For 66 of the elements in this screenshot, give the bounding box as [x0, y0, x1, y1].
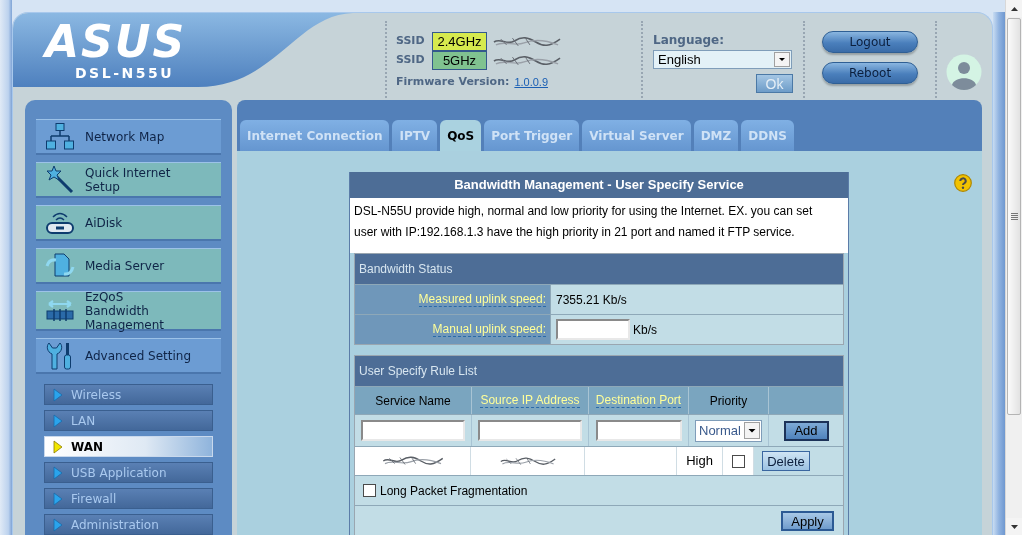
- section-title: User Specify Rule List: [355, 356, 843, 386]
- sidebar-subitem[interactable]: WAN: [44, 436, 213, 457]
- column-header[interactable]: Source IP Address: [480, 393, 580, 408]
- language-select[interactable]: English: [653, 50, 792, 69]
- priority-select[interactable]: Normal: [695, 419, 762, 442]
- ssid-label: SSID: [396, 52, 426, 69]
- grip-icon: [1010, 213, 1018, 220]
- column-header: Service Name: [375, 393, 451, 408]
- hierarchy-icon: [45, 121, 75, 152]
- firmware-version-link[interactable]: 1.0.0.9: [514, 74, 548, 91]
- down-arrow-icon: [1010, 524, 1018, 529]
- sidebar-subitem[interactable]: LAN: [44, 410, 213, 431]
- firmware-label: Firmware Version:: [396, 74, 510, 90]
- scribble-icon: [499, 454, 556, 468]
- description-text: DSL-N55U provide high, normal and low priority for using the Internet. EX. you can set user with IP:192.168.1.3 have the high priority in 21 port and named it FTP service.: [350, 198, 848, 253]
- ssid-label: SSID: [396, 33, 426, 50]
- sidebar-item[interactable]: Quick Internet Setup: [36, 162, 221, 196]
- logout-button[interactable]: Logout: [822, 31, 918, 53]
- tab[interactable]: QoS: [440, 120, 482, 151]
- scroll-down-button[interactable]: [1006, 518, 1022, 535]
- triangle-icon: [53, 465, 63, 480]
- sidebar-item[interactable]: Advanced Setting: [36, 338, 221, 372]
- sidebar-subitem[interactable]: USB Application: [44, 462, 213, 483]
- help-icon[interactable]: [954, 174, 972, 192]
- column-header[interactable]: Destination Port: [595, 393, 682, 408]
- checkbox-label: Long Packet Fragmentation: [380, 482, 528, 500]
- panel-title: Bandwidth Management - User Specify Service: [350, 172, 848, 198]
- triangle-icon: [53, 491, 63, 506]
- checkbox[interactable]: [731, 454, 745, 468]
- avatar-icon[interactable]: [946, 54, 982, 90]
- section-title: Bandwidth Status: [355, 254, 843, 284]
- text-field[interactable]: [361, 420, 465, 441]
- sidebar-subitem[interactable]: Administration: [44, 514, 213, 535]
- reboot-button[interactable]: Reboot: [822, 62, 918, 84]
- field-label: Measured uplink speed:: [418, 292, 546, 307]
- delete-button[interactable]: Delete: [762, 451, 810, 471]
- sidebar-item[interactable]: Network Map: [36, 119, 221, 153]
- band-badge: 2.4GHz: [432, 32, 487, 51]
- sidebar-subitem[interactable]: Wireless: [44, 384, 213, 405]
- sidebar-subitem[interactable]: Firewall: [44, 488, 213, 509]
- text-field[interactable]: [556, 319, 630, 340]
- triangle-icon: [53, 387, 63, 402]
- column-header: Priority: [709, 393, 748, 408]
- sidebar-item[interactable]: AiDisk: [36, 205, 221, 239]
- triangle-icon: [53, 439, 63, 454]
- scroll-up-button[interactable]: [1006, 0, 1022, 17]
- triangle-icon: [53, 413, 63, 428]
- up-arrow-icon: [1010, 6, 1018, 11]
- speed-value: 7355.21 Kb/s: [556, 291, 627, 309]
- caret-icon: [774, 52, 790, 67]
- triangle-icon: [53, 517, 63, 532]
- field-label: Manual uplink speed:: [432, 322, 546, 337]
- text-field[interactable]: [595, 420, 682, 441]
- band-badge: 5GHz: [432, 51, 487, 70]
- language-label: Language:: [653, 33, 725, 47]
- caret-icon: [744, 422, 760, 439]
- model-name: DSL-N55U: [75, 65, 174, 81]
- wand-icon: [45, 164, 75, 195]
- add-button[interactable]: Add: [783, 420, 829, 441]
- text-field[interactable]: [478, 420, 582, 441]
- unit-label: Kb/s: [633, 321, 657, 339]
- checkbox[interactable]: [363, 484, 376, 497]
- priority-value: High: [686, 452, 713, 471]
- apply-button[interactable]: Apply: [781, 511, 834, 531]
- sidebar-item[interactable]: Media Server: [36, 248, 221, 282]
- scrollbar-thumb[interactable]: [1007, 18, 1021, 415]
